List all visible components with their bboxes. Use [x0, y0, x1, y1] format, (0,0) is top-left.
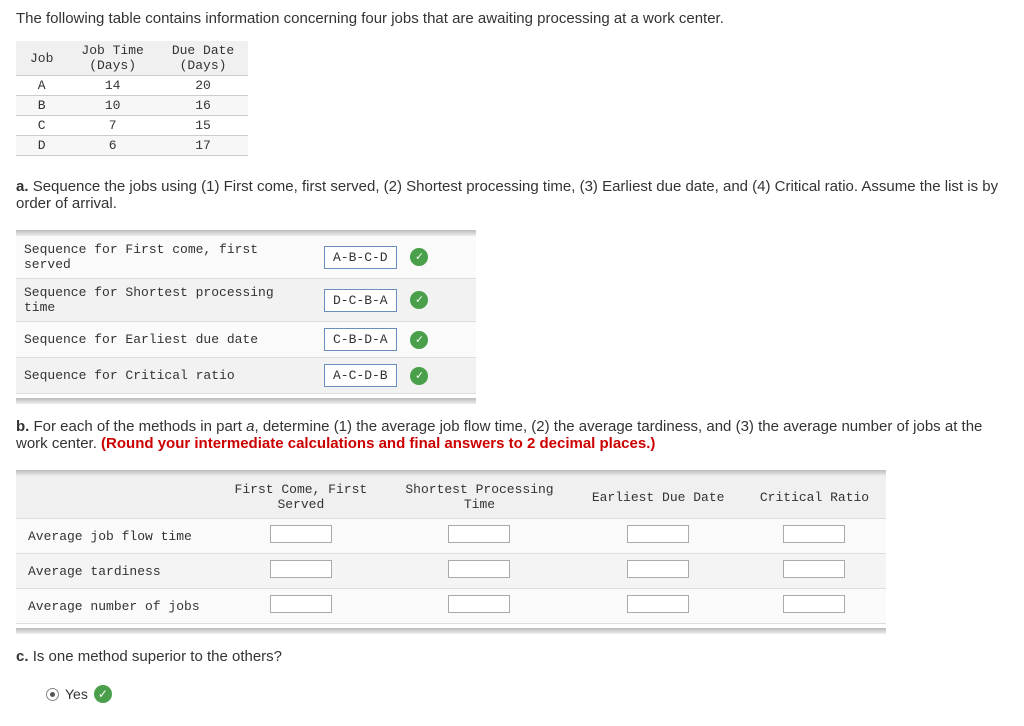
part-b-prompt: b. For each of the methods in part a, de…: [16, 418, 1008, 452]
table-row: D617: [16, 136, 248, 156]
col-fcfs: First Come, FirstServed: [216, 476, 386, 519]
row-label: Average tardiness: [16, 554, 216, 589]
table-row: B1016: [16, 96, 248, 116]
table-row: Average tardiness: [16, 554, 886, 589]
row-label: Average number of jobs: [16, 589, 216, 624]
njobs-spt-input[interactable]: [448, 595, 510, 613]
answer-yes-row[interactable]: Yes ✓: [46, 685, 1008, 703]
tard-cr-input[interactable]: [783, 560, 845, 578]
seq-row-label: Sequence for Earliest due date: [16, 322, 316, 358]
seq-spt-input[interactable]: D-C-B-A: [324, 289, 397, 312]
flow-fcfs-input[interactable]: [270, 525, 332, 543]
part-c-prompt: c. Is one method superior to the others?: [16, 648, 1008, 665]
tard-spt-input[interactable]: [448, 560, 510, 578]
col-edd: Earliest Due Date: [573, 476, 743, 519]
check-icon: ✓: [410, 367, 428, 385]
table-row: A1420: [16, 76, 248, 96]
seq-row-label: Sequence for Shortest processing time: [16, 279, 316, 322]
flow-edd-input[interactable]: [627, 525, 689, 543]
njobs-edd-input[interactable]: [627, 595, 689, 613]
col-job: Job: [16, 41, 67, 76]
intro-text: The following table contains information…: [16, 10, 1008, 27]
row-label: Average job flow time: [16, 519, 216, 554]
sequence-table: Sequence for First come, first served A-…: [16, 236, 476, 394]
seq-fcfs-input[interactable]: A-B-C-D: [324, 246, 397, 269]
check-icon: ✓: [94, 685, 112, 703]
table-row: C715: [16, 116, 248, 136]
njobs-cr-input[interactable]: [783, 595, 845, 613]
check-icon: ✓: [410, 291, 428, 309]
part-a-prompt: a. Sequence the jobs using (1) First com…: [16, 178, 1008, 212]
metrics-table: First Come, FirstServed Shortest Process…: [16, 476, 886, 624]
seq-row-label: Sequence for Critical ratio: [16, 358, 316, 394]
tard-fcfs-input[interactable]: [270, 560, 332, 578]
seq-edd-input[interactable]: C-B-D-A: [324, 328, 397, 351]
answer-yes-label: Yes: [65, 686, 88, 702]
check-icon: ✓: [410, 248, 428, 266]
col-blank: [16, 476, 216, 519]
col-due: Due Date(Days): [158, 41, 248, 76]
tard-edd-input[interactable]: [627, 560, 689, 578]
check-icon: ✓: [410, 331, 428, 349]
seq-cr-input[interactable]: A-C-D-B: [324, 364, 397, 387]
radio-icon: [46, 688, 59, 701]
divider: [16, 628, 886, 634]
seq-row-label: Sequence for First come, first served: [16, 236, 316, 279]
col-cr: Critical Ratio: [743, 476, 886, 519]
col-spt: Shortest ProcessingTime: [386, 476, 574, 519]
job-data-table: Job Job Time(Days) Due Date(Days) A1420 …: [16, 41, 248, 156]
flow-spt-input[interactable]: [448, 525, 510, 543]
njobs-fcfs-input[interactable]: [270, 595, 332, 613]
flow-cr-input[interactable]: [783, 525, 845, 543]
table-row: Average job flow time: [16, 519, 886, 554]
table-row: Average number of jobs: [16, 589, 886, 624]
divider: [16, 398, 476, 404]
col-time: Job Time(Days): [67, 41, 157, 76]
